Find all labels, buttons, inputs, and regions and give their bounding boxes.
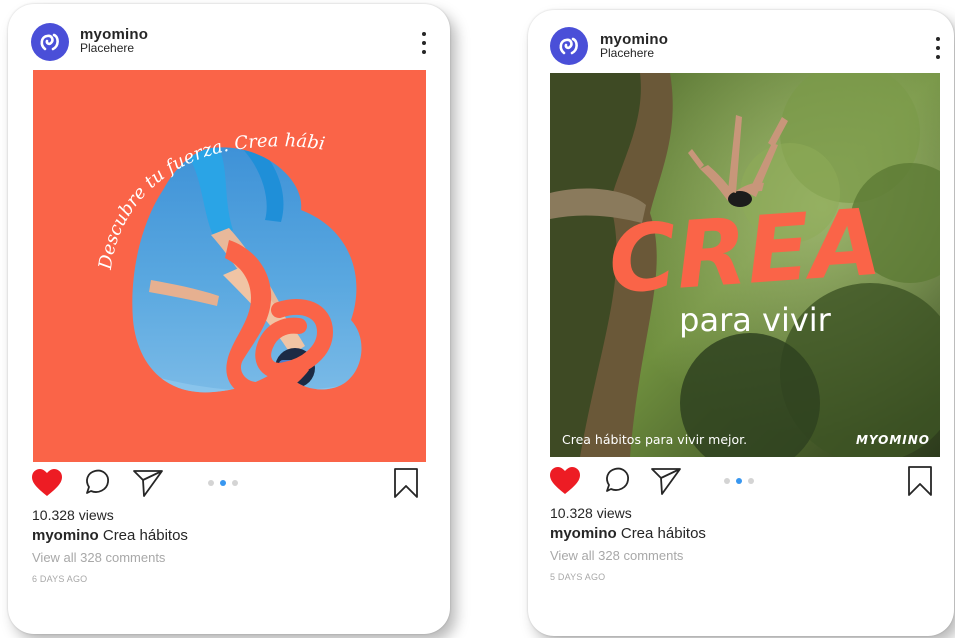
comment-icon[interactable]: [78, 466, 114, 500]
post-location[interactable]: Placehere: [80, 42, 148, 55]
post-card-1: myomino Placehere Descubre tu fuerza. Cr…: [8, 4, 450, 634]
caption-text: Crea hábitos: [620, 525, 706, 542]
post-timestamp: 5 DAYS AGO: [550, 572, 606, 582]
view-comments-link[interactable]: View all 328 comments: [32, 547, 188, 569]
myomino-logo-icon[interactable]: [550, 27, 588, 65]
view-count[interactable]: 10.328 views: [550, 503, 706, 523]
caption-username[interactable]: myomino: [550, 525, 617, 542]
carousel-dot[interactable]: [748, 478, 754, 484]
carousel-dot[interactable]: [208, 480, 214, 486]
post-header: myomino Placehere: [8, 4, 450, 68]
send-icon[interactable]: [130, 466, 166, 500]
carousel-dot-active[interactable]: [220, 480, 226, 486]
image-subheadline: para vivir: [679, 301, 832, 339]
caption-username[interactable]: myomino: [32, 527, 99, 544]
heart-icon[interactable]: [29, 466, 65, 500]
post-image-artwork: Descubre tu fuerza. Crea hábitos: [33, 70, 426, 462]
post-meta: 10.328 views myomino Crea hábitos View a…: [32, 505, 188, 589]
post-username[interactable]: myomino: [600, 32, 668, 47]
image-footer-text: Crea hábitos para vivir mejor.: [562, 432, 747, 447]
view-comments-link[interactable]: View all 328 comments: [550, 545, 706, 567]
heart-icon[interactable]: [547, 464, 583, 498]
post-image-artwork: CREA para vivir Crea hábitos para vivir …: [550, 73, 940, 457]
post-caption: myomino Crea hábitos: [550, 523, 706, 545]
post-actions: [528, 462, 954, 502]
post-card-2: myomino Placehere CREA para vivir Crea h…: [528, 10, 954, 636]
send-icon[interactable]: [648, 464, 684, 498]
myomino-logo-icon[interactable]: [31, 23, 69, 61]
bookmark-icon[interactable]: [388, 466, 424, 500]
carousel-indicator: [724, 478, 754, 484]
carousel-indicator: [208, 480, 238, 486]
post-image[interactable]: Descubre tu fuerza. Crea hábitos: [33, 70, 426, 462]
user-block: myomino Placehere: [600, 32, 668, 60]
post-meta: 10.328 views myomino Crea hábitos View a…: [550, 503, 706, 587]
comment-icon[interactable]: [598, 464, 634, 498]
view-count[interactable]: 10.328 views: [32, 505, 188, 525]
carousel-dot[interactable]: [232, 480, 238, 486]
post-location[interactable]: Placehere: [600, 47, 668, 60]
carousel-dot-active[interactable]: [736, 478, 742, 484]
carousel-dot[interactable]: [724, 478, 730, 484]
caption-text: Crea hábitos: [102, 527, 188, 544]
bookmark-icon[interactable]: [902, 464, 938, 498]
image-brand-mark: MYOMINO: [856, 433, 930, 447]
post-timestamp: 6 DAYS AGO: [32, 574, 88, 584]
more-options-icon[interactable]: [418, 32, 430, 54]
post-header: myomino Placehere: [528, 10, 954, 74]
image-headline: CREA: [605, 189, 884, 315]
post-caption: myomino Crea hábitos: [32, 525, 188, 547]
post-actions: [8, 464, 450, 504]
post-username[interactable]: myomino: [80, 27, 148, 42]
more-options-icon[interactable]: [932, 37, 944, 59]
user-block: myomino Placehere: [80, 27, 148, 55]
post-image[interactable]: CREA para vivir Crea hábitos para vivir …: [550, 73, 940, 457]
